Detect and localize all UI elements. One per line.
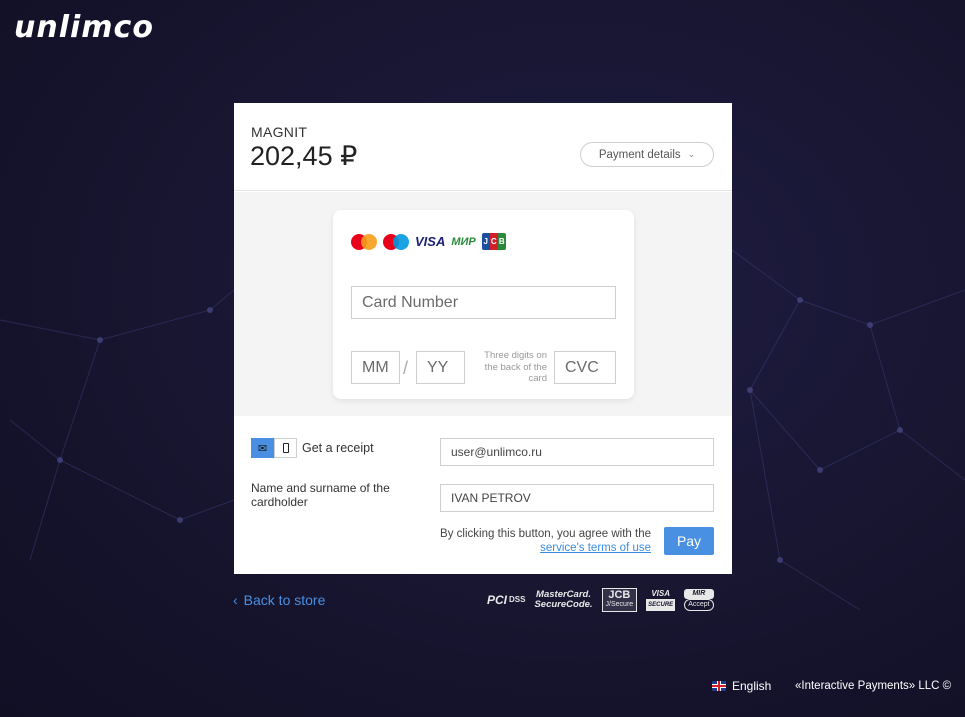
language-label: English [732,679,772,693]
mastercard-icon [351,233,377,250]
cvc-hint: Three digits on the back of the card [484,350,547,384]
language-selector[interactable]: English [712,679,771,693]
jcb-icon: JCB [481,233,506,250]
terms-text: By clicking this button, you agree with … [440,528,651,540]
terms-link[interactable]: service's terms of use [540,542,651,554]
cvc-input[interactable] [565,358,615,377]
back-to-store-link[interactable]: ‹ Back to store [233,592,325,608]
payment-details-label: Payment details [598,148,681,161]
email-input[interactable] [451,445,713,459]
expiry-year-field[interactable] [416,351,465,384]
chevron-down-icon: ⌄ [687,149,696,159]
copyright-text: «Interactive Payments» LLC © [795,680,952,692]
payment-amount: 202,45 ₽ [250,141,358,171]
expiry-year-input[interactable] [427,358,464,377]
maestro-icon [383,233,409,250]
payment-header: MAGNIT 202,45 ₽ Payment details ⌄ [234,103,732,191]
cardholder-input[interactable] [451,491,713,505]
payment-card: MAGNIT 202,45 ₽ Payment details ⌄ VISA М… [234,103,732,574]
back-to-store-label: Back to store [243,592,326,608]
phone-receipt-toggle[interactable] [274,438,297,458]
cvc-field[interactable] [554,351,616,384]
security-badges: PCI DSS MasterCard. SecureCode. JCB J/Se… [487,588,714,612]
receipt-channel-toggle: ✉ [251,438,297,458]
expiry-month-field[interactable] [351,351,400,384]
mir-icon: МИР [451,235,476,248]
cardholder-label: Name and surname of the cardholder [251,481,390,509]
payment-details-button[interactable]: Payment details ⌄ [580,142,714,167]
terms-notice: By clicking this button, you agree with … [440,527,651,555]
email-field[interactable] [440,438,714,466]
card-number-input[interactable] [362,293,615,312]
expiry-separator: / [403,358,409,378]
chevron-left-icon: ‹ [233,592,238,608]
jcb-jsecure-badge: JCB J/Secure [601,588,638,612]
pci-dss-badge: PCI DSS [487,593,526,607]
card-details-box: VISA МИР JCB / Three digits on the back … [333,210,634,399]
merchant-name: MAGNIT [251,124,308,140]
uk-flag-icon [712,681,726,691]
card-number-field[interactable] [351,286,616,319]
visa-icon: VISA [415,234,446,249]
envelope-icon: ✉ [257,442,268,455]
receipt-label: Get a receipt [302,441,374,455]
email-receipt-toggle[interactable]: ✉ [251,438,274,458]
mir-accept-badge: MIR Accept [684,589,714,611]
receipt-section: ✉ Get a receipt Name and surname of the … [234,416,732,574]
pay-button[interactable]: Pay [664,527,714,555]
card-brand-logos: VISA МИР JCB [351,233,506,250]
visa-secure-badge: VISA SECURE [646,589,676,611]
smartphone-icon [282,443,289,453]
expiry-month-input[interactable] [362,358,399,377]
cardholder-field[interactable] [440,484,714,512]
unlimco-logo: unlimco [14,10,154,45]
mastercard-securecode-badge: MasterCard. SecureCode. [534,589,593,610]
card-entry-section: VISA МИР JCB / Three digits on the back … [234,192,732,416]
